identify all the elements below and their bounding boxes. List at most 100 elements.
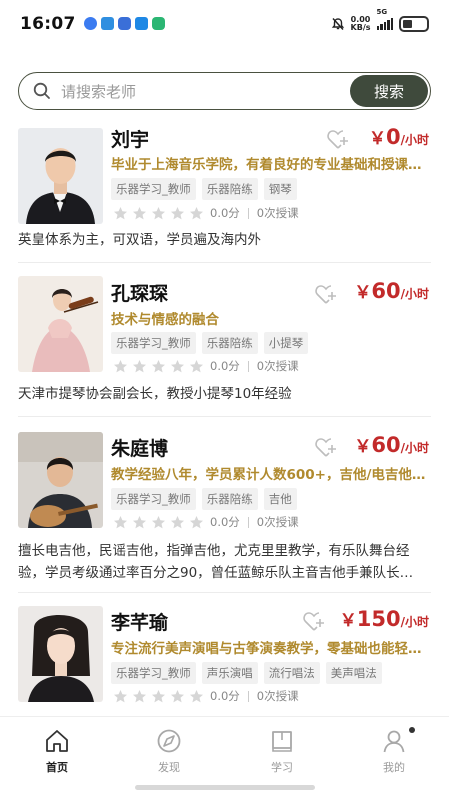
divider	[247, 516, 249, 528]
tab-home[interactable]: 首页	[27, 727, 87, 775]
teacher-card[interactable]: 朱庭博 ￥60/小时 教学经验八年，学员累计人数600+，吉他/电吉他/… 乐器…	[18, 428, 431, 593]
teacher-rating: 0.0分 0次授课	[113, 358, 299, 374]
price-unit: /小时	[400, 133, 429, 147]
tab-label: 学习	[271, 761, 293, 774]
teacher-card[interactable]: 孔琛琛 ￥60/小时 技术与情感的融合 乐器学习_教师 乐器陪练 小提琴 0.0…	[18, 274, 431, 417]
price-currency: ￥	[368, 129, 386, 149]
teacher-rating: 0.0分 0次授课	[113, 688, 299, 704]
teacher-avatar	[18, 128, 103, 224]
teacher-bio: 英皇体系为主，可双语，学员遍及海内外	[18, 232, 261, 248]
app-notification-icon	[83, 17, 97, 30]
star-icon	[133, 359, 146, 372]
teacher-avatar	[18, 276, 103, 372]
tag: 钢琴	[263, 178, 297, 200]
star-icon	[133, 515, 146, 528]
favorite-add-icon[interactable]	[314, 283, 338, 305]
search-button[interactable]: 搜索	[350, 75, 428, 107]
star-icon	[190, 206, 203, 219]
tag: 乐器陪练	[201, 178, 258, 200]
price-currency: ￥	[354, 437, 372, 457]
teacher-description: 毕业于上海音乐学院，有着良好的专业基础和授课…	[111, 157, 422, 173]
app-notification-icon	[151, 17, 165, 30]
tag: 乐器学习_教师	[111, 178, 196, 200]
rating-stars	[113, 515, 208, 530]
tag: 乐器学习_教师	[111, 488, 196, 510]
app-notification-icon	[100, 17, 114, 30]
teacher-description: 教学经验八年，学员累计人数600+，吉他/电吉他/…	[111, 467, 429, 483]
tag: 流行唱法	[263, 662, 320, 684]
signal-icon: 5G	[376, 8, 393, 30]
tab-label: 发现	[158, 761, 180, 774]
tab-mine[interactable]: 我的	[364, 727, 424, 775]
teacher-bio: 天津市提琴协会副会长，教授小提琴10年经验	[18, 386, 292, 402]
divider	[247, 360, 249, 372]
favorite-add-icon[interactable]	[326, 128, 350, 150]
favorite-add-icon[interactable]	[314, 436, 338, 458]
tag: 乐器陪练	[201, 332, 258, 354]
price-value: 0	[385, 125, 401, 149]
teacher-name: 朱庭博	[111, 438, 169, 460]
notification-dot	[409, 727, 415, 733]
teacher-price: ￥60/小时	[354, 278, 429, 303]
notification-icons	[83, 17, 165, 30]
teacher-description: 技术与情感的融合	[111, 312, 219, 328]
tag: 乐器学习_教师	[111, 332, 196, 354]
teacher-price: ￥0/小时	[369, 124, 429, 149]
star-icon	[114, 359, 127, 372]
price-value: 60	[371, 433, 401, 457]
rating-score: 0.0分	[210, 689, 240, 703]
star-icon	[152, 689, 165, 702]
card-divider	[18, 592, 431, 593]
app-notification-icon	[117, 17, 131, 30]
lesson-count: 0次授课	[256, 515, 299, 529]
card-divider	[18, 416, 431, 417]
teacher-tags: 乐器学习_教师 乐器陪练 小提琴	[111, 332, 309, 354]
star-icon	[152, 359, 165, 372]
teacher-rating: 0.0分 0次授课	[113, 205, 299, 221]
tag: 吉他	[263, 488, 297, 510]
rating-stars	[113, 206, 208, 221]
price-value: 60	[371, 279, 401, 303]
lesson-count: 0次授课	[256, 359, 299, 373]
divider	[247, 207, 249, 219]
star-icon	[114, 689, 127, 702]
tag: 乐器陪练	[201, 488, 258, 510]
teacher-name: 刘宇	[111, 129, 150, 151]
star-icon	[152, 206, 165, 219]
star-icon	[171, 515, 184, 528]
star-icon	[133, 206, 146, 219]
star-icon	[171, 359, 184, 372]
discover-icon	[157, 729, 181, 753]
price-currency: ￥	[339, 611, 357, 631]
price-unit: /小时	[400, 615, 429, 629]
favorite-add-icon[interactable]	[302, 610, 326, 632]
search-input[interactable]: 请搜索老师	[61, 81, 350, 102]
tab-discover[interactable]: 发现	[139, 727, 199, 775]
tag: 美声唱法	[325, 662, 382, 684]
teacher-card[interactable]: 刘宇 ￥0/小时 毕业于上海音乐学院，有着良好的专业基础和授课… 乐器学习_教师…	[18, 122, 431, 263]
teacher-description: 专注流行美声演唱与古筝演奏教学，零基础也能轻…	[111, 641, 422, 657]
search-bar[interactable]: 请搜索老师 搜索	[18, 72, 431, 110]
battery-icon	[399, 16, 429, 32]
search-icon	[33, 82, 50, 99]
star-icon	[114, 515, 127, 528]
teacher-card[interactable]: 李芊瑜 ￥150/小时 专注流行美声演唱与古筝演奏教学，零基础也能轻… 乐器学习…	[18, 602, 431, 716]
star-icon	[190, 515, 203, 528]
rating-stars	[113, 359, 208, 374]
mute-icon	[331, 17, 344, 31]
teacher-name: 孔琛琛	[111, 283, 169, 305]
lesson-count: 0次授课	[256, 689, 299, 703]
tab-label: 我的	[383, 761, 405, 774]
home-indicator	[135, 785, 315, 790]
tab-study[interactable]: 学习	[252, 727, 312, 775]
star-icon	[190, 689, 203, 702]
card-divider	[18, 262, 431, 263]
star-icon	[133, 689, 146, 702]
star-icon	[190, 359, 203, 372]
profile-icon	[383, 730, 405, 753]
teacher-rating: 0.0分 0次授课	[113, 514, 299, 530]
star-icon	[171, 206, 184, 219]
teacher-price: ￥150/小时	[340, 606, 429, 631]
divider	[247, 690, 249, 702]
price-currency: ￥	[354, 283, 372, 303]
